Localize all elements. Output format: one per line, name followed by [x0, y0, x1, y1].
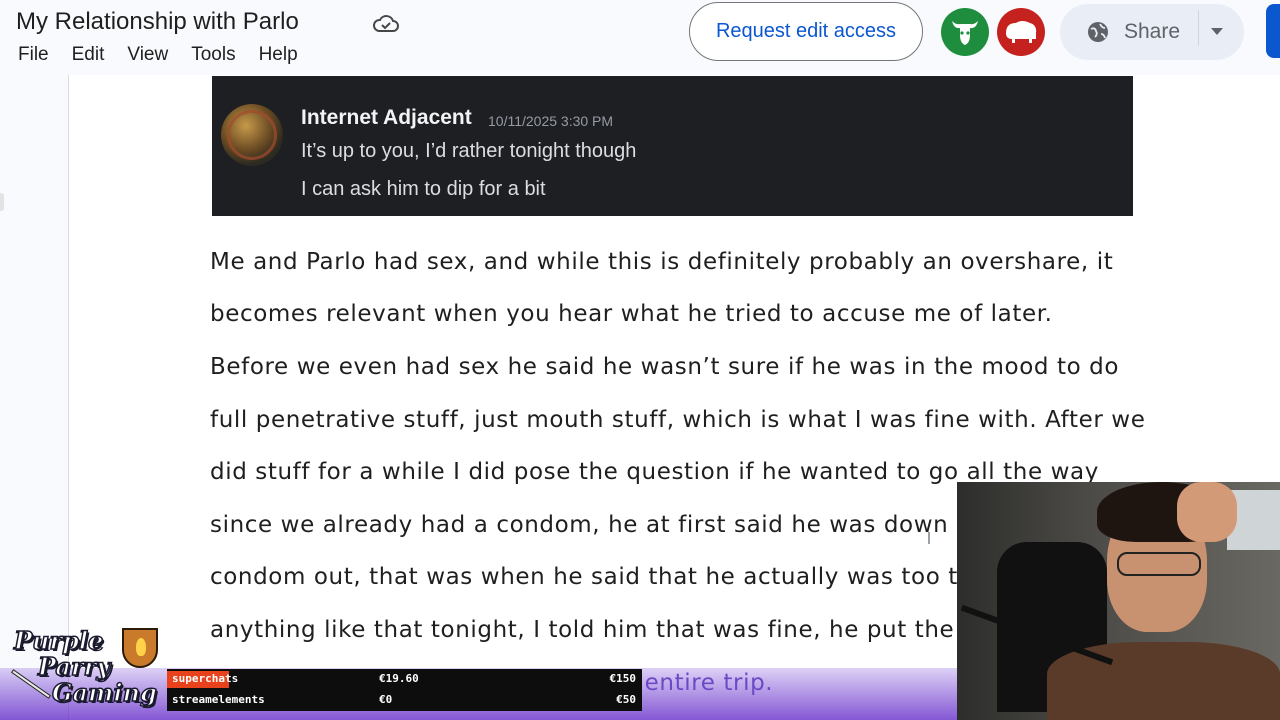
discord-avatar [221, 104, 283, 166]
flame-icon [136, 638, 146, 656]
stream-logo: Purple Parry Gaming [4, 622, 168, 718]
menu-view[interactable]: View [127, 44, 168, 66]
menu-edit[interactable]: Edit [72, 44, 105, 66]
counter-current: €19.60 [379, 672, 419, 685]
cloud-saved-icon[interactable] [372, 12, 400, 36]
discord-username: Internet Adjacent [301, 106, 472, 129]
globe-icon [1088, 22, 1108, 42]
paragraph-line: full penetrative stuff, just mouth stuff… [210, 407, 1146, 433]
counter-row: streamelements €0 €50 [167, 690, 642, 711]
share-divider [1198, 10, 1199, 46]
docs-header: My Relationship with Parlo File Edit Vie… [0, 0, 1280, 75]
logo-text: Parry [37, 651, 111, 682]
menu-tools[interactable]: Tools [191, 44, 235, 66]
webcam-feed [957, 482, 1280, 720]
share-dropdown-icon[interactable] [1211, 28, 1223, 35]
screen: My Relationship with Parlo File Edit Vie… [0, 0, 1280, 720]
paragraph-line: Me and Parlo had sex, and while this is … [210, 249, 1114, 275]
counter-goal: €150 [609, 672, 637, 685]
discord-timestamp: 10/11/2025 3:30 PM [488, 113, 614, 129]
text-cursor [928, 532, 930, 544]
menu-help[interactable]: Help [259, 44, 298, 66]
outline-marker[interactable] [0, 193, 4, 211]
bison-glyph-icon [1006, 21, 1037, 43]
discord-message: I can ask him to dip for a bit [301, 178, 546, 200]
counter-label: superchats [172, 672, 239, 685]
shield-icon [122, 628, 158, 668]
paragraph-line: Before we even had sex he said he wasn’t… [210, 354, 1120, 380]
donation-counters: superchats €19.60 €150 streamelements €0… [167, 669, 642, 711]
bull-avatar-icon[interactable] [941, 8, 989, 56]
paragraph-line: becomes relevant when you hear what he t… [210, 301, 1053, 327]
bull-glyph-icon [952, 21, 978, 45]
counter-current: €0 [379, 693, 393, 706]
logo-text: Gaming [51, 677, 157, 708]
discord-screenshot-image: Internet Adjacent 10/11/2025 3:30 PM It’… [212, 76, 1133, 216]
share-label: Share [1124, 20, 1181, 43]
counter-label: streamelements [172, 693, 265, 706]
logo-text: Purple [13, 625, 104, 656]
document-title[interactable]: My Relationship with Parlo [16, 8, 299, 36]
discord-message: It’s up to you, I’d rather tonight thoug… [301, 140, 637, 162]
menu-file[interactable]: File [18, 44, 49, 66]
bison-avatar-icon[interactable] [997, 8, 1045, 56]
counter-goal: €50 [616, 693, 636, 706]
request-edit-access-button[interactable]: Request edit access [689, 2, 923, 61]
edge-action-button[interactable] [1266, 4, 1280, 58]
counter-row: superchats €19.60 €150 [167, 669, 642, 690]
menu-bar: File Edit View Tools Help [18, 44, 321, 66]
